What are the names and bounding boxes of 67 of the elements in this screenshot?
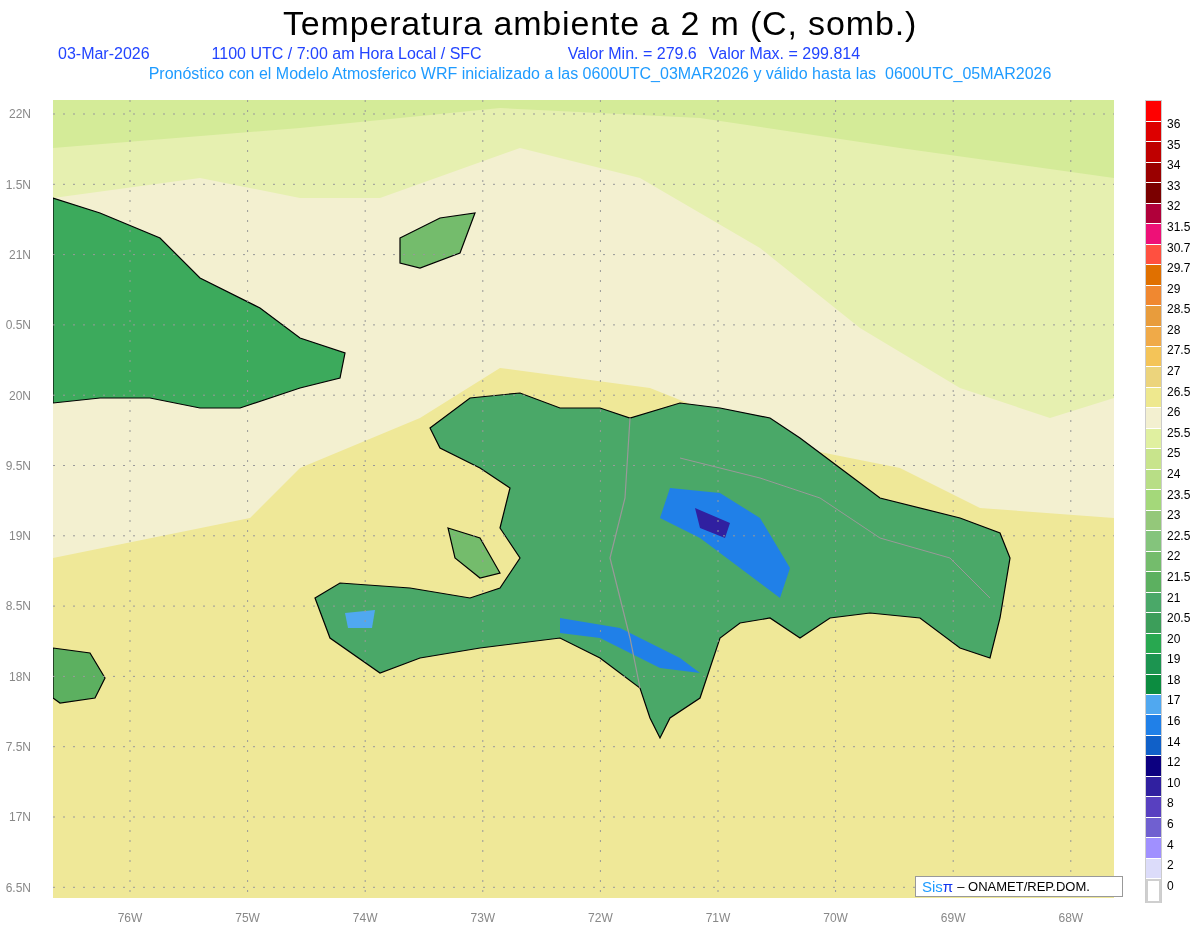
latitude-label: 18N: [9, 669, 31, 684]
scale-label: 33: [1167, 178, 1181, 193]
latitude-label: 22N: [9, 107, 31, 122]
scale-label: 22: [1167, 549, 1181, 564]
scale-label: 25.5: [1167, 425, 1191, 440]
latitude-label: 7.5N: [5, 740, 31, 755]
scale-label: 12: [1167, 755, 1181, 770]
scale-label: 36: [1167, 116, 1181, 131]
latitude-label: 0.5N: [5, 318, 31, 333]
scale-label: 16: [1167, 714, 1181, 729]
scale-label: 6: [1167, 817, 1174, 832]
longitude-label: 70W: [823, 911, 848, 926]
scale-label: 27: [1167, 364, 1181, 379]
scale-label: 2: [1167, 858, 1174, 873]
scale-label: 8: [1167, 796, 1174, 811]
scale-label: 22.5: [1167, 528, 1191, 543]
scale-label: 26.5: [1167, 384, 1191, 399]
scale-label: 24: [1167, 467, 1181, 481]
latitude-label: 1.5N: [5, 177, 31, 192]
scale-label: 20.5: [1167, 611, 1191, 626]
scale-label: 23.5: [1167, 487, 1191, 502]
scale-label: 28.5: [1167, 302, 1191, 317]
longitude-label: 68W: [1058, 911, 1084, 926]
longitude-label: 75W: [235, 911, 260, 926]
longitude-label: 72W: [588, 911, 613, 926]
forecast-time: 1100 UTC / 7:00 am Hora Local / SFC: [211, 44, 482, 64]
longitude-label: 74W: [352, 911, 378, 926]
scale-label: 20: [1167, 631, 1181, 646]
scale-label: 34: [1167, 158, 1181, 173]
latitude-label: 20N: [9, 388, 31, 403]
chart-title: Temperatura ambiente a 2 m (C, somb.): [282, 3, 918, 44]
longitude-label: 76W: [117, 911, 143, 926]
scale-label: 28: [1167, 322, 1181, 337]
scale-label: 29.7: [1167, 261, 1191, 276]
scale-label: 27.5: [1167, 343, 1191, 358]
latitude-label: 21N: [9, 248, 31, 262]
longitude-label: 73W: [470, 911, 496, 926]
scale-label: 29: [1167, 281, 1181, 296]
latitude-label: 19N: [9, 529, 31, 544]
scale-label: 14: [1167, 734, 1181, 749]
latitude-label: 6.5N: [5, 880, 31, 895]
forecast-date: 03-Mar-2026: [58, 44, 150, 64]
scale-label: 0: [1167, 878, 1174, 893]
logo-text: Sisπ: [922, 876, 954, 897]
scale-label: 26: [1167, 405, 1181, 420]
scale-label: 21: [1167, 590, 1181, 605]
scale-label: 18: [1167, 672, 1181, 687]
scale-label: 19: [1167, 652, 1181, 667]
scale-label: 35: [1167, 137, 1181, 152]
scale-label: 25: [1167, 446, 1181, 461]
scale-label: 21.5: [1167, 569, 1191, 584]
model-info: Pronóstico con el Modelo Atmosferico WRF inicializado a las 0600UTC_03MAR2026 y válido hasta las 0600UTC_05MAR2026: [148, 64, 1052, 84]
longitude-label: 69W: [940, 911, 966, 926]
latitude-label: 17N: [9, 810, 31, 825]
scale-label: 4: [1167, 837, 1174, 852]
scale-label: 31.5: [1167, 219, 1191, 234]
latitude-label: 8.5N: [5, 599, 31, 614]
longitude-label: 71W: [705, 911, 731, 926]
scale-label: 32: [1167, 199, 1181, 214]
scale-label: 30.7: [1167, 240, 1191, 255]
max-value: Valor Max. = 299.814: [708, 44, 861, 64]
scale-label: 17: [1167, 693, 1181, 708]
scale-label: 23: [1167, 508, 1181, 523]
latitude-label: 9.5N: [5, 458, 31, 473]
scale-label: 10: [1167, 775, 1181, 790]
min-value: Valor Min. = 279.6: [567, 44, 697, 64]
credit-text: – ONAMET/REP.DOM.: [957, 878, 1090, 897]
